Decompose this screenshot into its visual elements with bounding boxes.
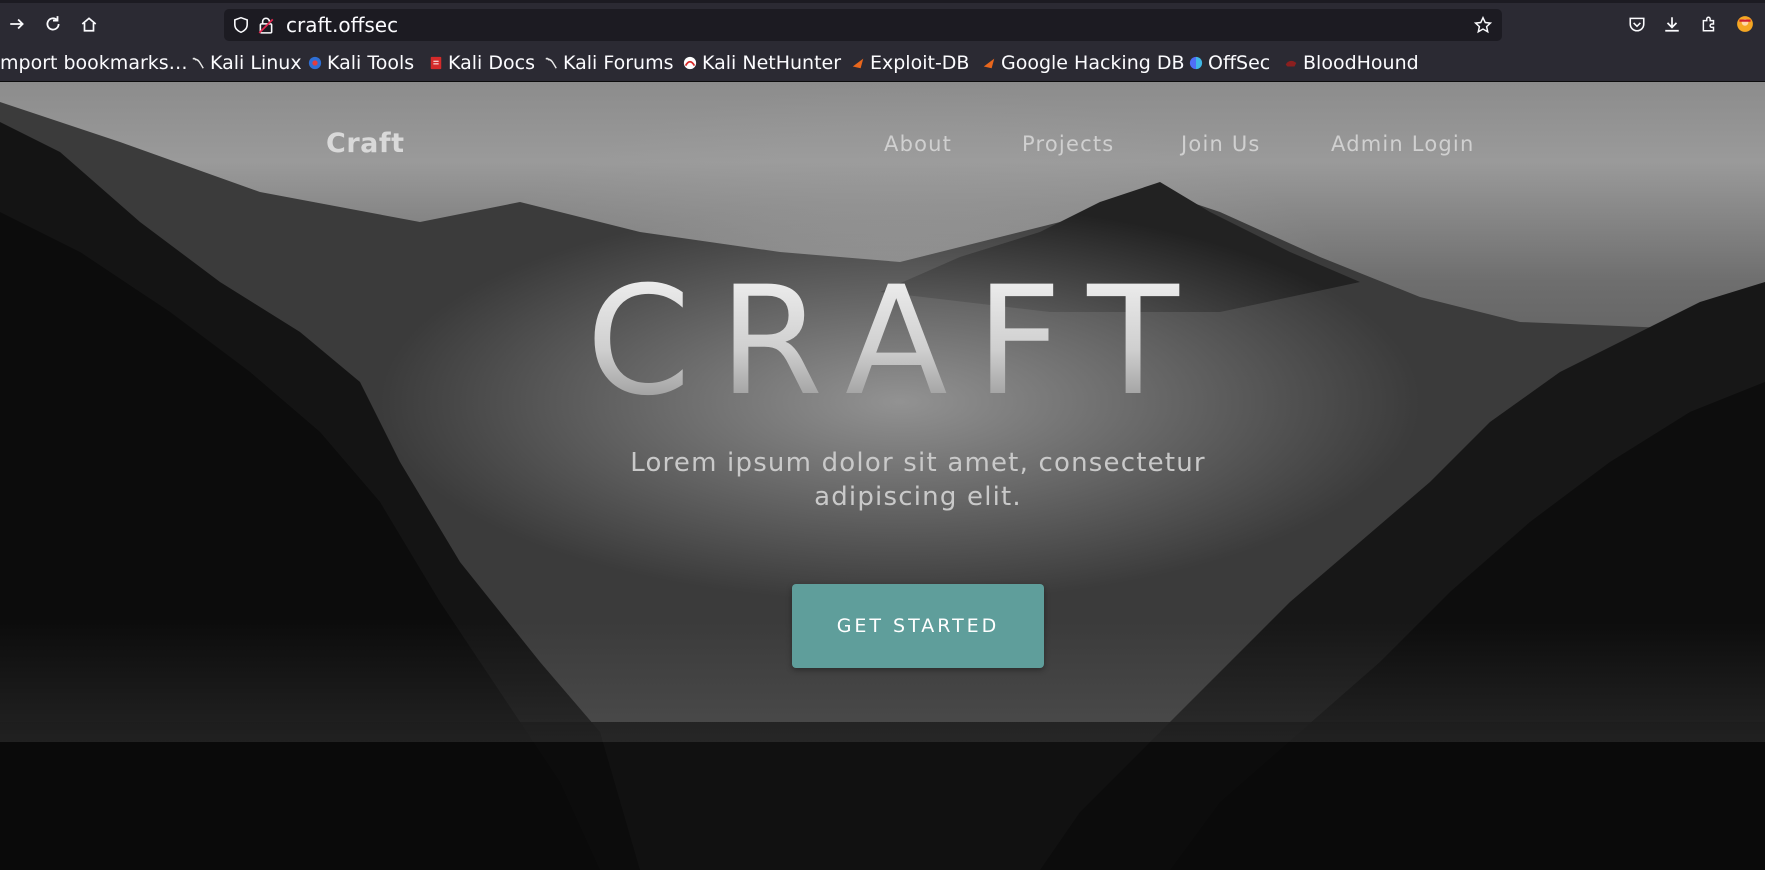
get-started-button[interactable]: GET STARTED <box>792 584 1044 668</box>
arrow-right-icon <box>10 18 24 30</box>
shield-icon <box>234 16 248 34</box>
hero-subtitle: Lorem ipsum dolor sit amet, consectetur … <box>630 448 1206 512</box>
forward-button[interactable] <box>2 9 32 39</box>
home-icon <box>81 17 97 32</box>
bookmark-label: Google Hacking DB <box>1001 52 1185 74</box>
bookmark-kali-tools[interactable]: Kali Tools <box>308 50 414 76</box>
bookmarks-toolbar: mport bookmarks… Kali Linux Kali Tools K… <box>0 44 1765 82</box>
address-bar[interactable]: craft.offsec <box>224 9 1502 41</box>
kali-dragon-icon <box>192 57 204 69</box>
download-icon <box>1665 17 1679 32</box>
bookmark-label: Kali Tools <box>327 52 415 74</box>
reload-button[interactable] <box>38 9 68 39</box>
pocket-icon <box>1629 17 1645 32</box>
bookmark-kali-forums[interactable]: Kali Forums <box>544 50 674 76</box>
site-logo-link[interactable]: Craft <box>326 128 405 159</box>
bookmark-label: OffSec <box>1208 52 1271 74</box>
kali-dragon-icon <box>545 57 557 69</box>
nav-link-join-us[interactable]: Join Us <box>1181 132 1261 156</box>
exploit-db-icon <box>852 58 864 69</box>
bookmark-kali-docs[interactable]: Kali Docs <box>429 50 535 76</box>
web-page: Craft About Projects Join Us Admin Login… <box>0 82 1765 870</box>
bookmark-label: Kali NetHunter <box>702 52 842 74</box>
nav-link-projects[interactable]: Projects <box>1022 132 1114 156</box>
bookmark-kali-nethunter[interactable]: Kali NetHunter <box>683 50 841 76</box>
bookmark-label: Kali Docs <box>448 52 535 74</box>
reload-icon <box>46 16 60 31</box>
pocket-button[interactable] <box>1622 9 1652 39</box>
bookmark-kali-linux[interactable]: Kali Linux <box>191 50 302 76</box>
nav-link-about[interactable]: About <box>884 132 952 156</box>
lock-insecure-icon <box>258 17 274 34</box>
bookmark-label: BloodHound <box>1303 52 1419 74</box>
bookmark-bloodhound[interactable]: BloodHound <box>1284 50 1419 76</box>
bookmark-label: Exploit-DB <box>870 52 970 74</box>
downloads-button[interactable] <box>1657 9 1687 39</box>
bookmark-exploit-db[interactable]: Exploit-DB <box>851 50 969 76</box>
home-button[interactable] <box>74 9 104 39</box>
bloodhound-icon <box>1285 60 1297 67</box>
bookmark-label: Kali Linux <box>210 52 302 74</box>
bookmark-google-hacking-db[interactable]: Google Hacking DB <box>982 50 1185 76</box>
bookmark-label: mport bookmarks… <box>0 52 188 74</box>
hero-title: CRAFT <box>0 267 1765 417</box>
url-text[interactable]: craft.offsec <box>286 14 398 36</box>
nav-link-admin-login[interactable]: Admin Login <box>1331 132 1474 156</box>
profile-button[interactable] <box>1730 9 1760 39</box>
puzzle-icon <box>1702 16 1715 32</box>
extensions-button[interactable] <box>1694 9 1724 39</box>
bookmark-star-icon[interactable] <box>1474 16 1492 34</box>
kali-docs-icon <box>430 56 442 70</box>
nethunter-icon <box>683 56 697 70</box>
bookmark-label: Kali Forums <box>563 52 674 74</box>
site-navbar: Craft About Projects Join Us Admin Login <box>0 82 1765 192</box>
kali-tools-icon <box>308 56 322 70</box>
bookmark-import[interactable]: mport bookmarks… <box>0 50 188 76</box>
exploit-db-icon <box>983 58 995 69</box>
browser-toolbar: craft.offsec <box>0 0 1765 44</box>
avatar-icon <box>1737 16 1753 32</box>
offsec-icon <box>1189 56 1203 70</box>
bookmark-offsec[interactable]: OffSec <box>1189 50 1270 76</box>
